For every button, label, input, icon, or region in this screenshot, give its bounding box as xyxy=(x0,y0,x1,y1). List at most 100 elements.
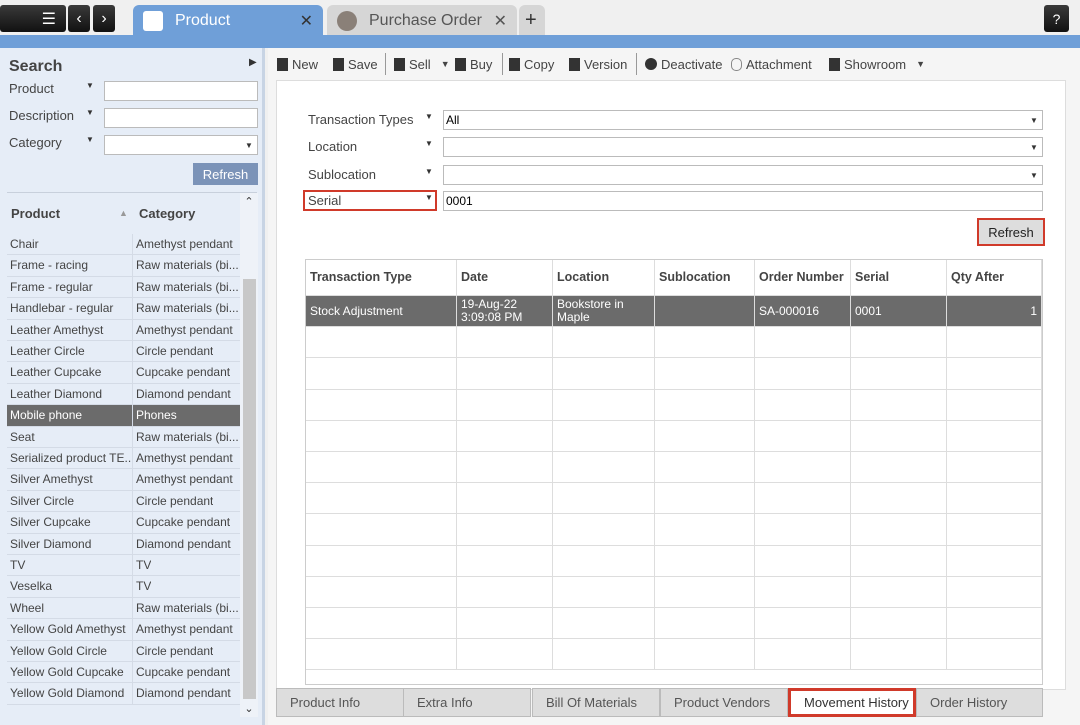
close-icon[interactable]: ✕ xyxy=(494,11,507,31)
grid-cell xyxy=(851,514,947,545)
chevron-down-icon[interactable]: ▼ xyxy=(916,59,925,69)
filter-mode-dropdown-icon[interactable]: ▼ xyxy=(425,139,433,148)
list-item[interactable]: Leather AmethystAmethyst pendant xyxy=(7,320,240,341)
chevron-down-icon[interactable]: ▼ xyxy=(1026,166,1042,184)
filter-mode-dropdown-icon[interactable]: ▼ xyxy=(425,167,433,176)
grid-col-header[interactable]: Order Number xyxy=(755,260,851,296)
toolbar-copy-button[interactable]: Copy xyxy=(509,55,554,73)
grid-empty-row xyxy=(306,452,1042,483)
filter-input-0[interactable]: All▼ xyxy=(443,110,1043,130)
scrollbar-thumb[interactable] xyxy=(243,279,256,699)
close-icon[interactable]: ✕ xyxy=(300,11,313,31)
grid-cell xyxy=(553,421,655,452)
list-item[interactable]: Yellow Gold CupcakeCupcake pendant xyxy=(7,662,240,683)
search-input-0[interactable] xyxy=(104,81,258,101)
grid-col-header[interactable]: Transaction Type xyxy=(306,260,457,296)
list-item[interactable]: WheelRaw materials (bi... xyxy=(7,598,240,619)
grid-cell xyxy=(553,608,655,639)
chevron-down-icon[interactable]: ▼ xyxy=(1026,138,1042,156)
tab-product-info[interactable]: Product Info xyxy=(276,688,404,717)
list-item[interactable]: SeatRaw materials (bi... xyxy=(7,427,240,448)
col-header-category[interactable]: Category xyxy=(139,206,195,221)
grid-cell xyxy=(947,608,1042,639)
col-header-product[interactable]: Product xyxy=(11,206,60,221)
product-category: Diamond pendant xyxy=(133,534,231,554)
list-item[interactable]: Silver CircleCircle pendant xyxy=(7,491,240,512)
tab-movement-history[interactable]: Movement History xyxy=(788,688,916,717)
toolbar-attachment-button[interactable]: Attachment xyxy=(731,55,812,73)
scroll-down-icon[interactable]: ⌄ xyxy=(240,702,258,715)
filter-input-1[interactable]: ▼ xyxy=(443,137,1043,157)
search-refresh-button[interactable]: Refresh xyxy=(193,163,258,185)
filter-dropdown-icon[interactable]: ▼ xyxy=(86,81,94,90)
product-name: Chair xyxy=(7,234,133,254)
list-item[interactable]: Leather DiamondDiamond pendant xyxy=(7,384,240,405)
toolbar-version-button[interactable]: Version xyxy=(569,55,627,73)
toolbar-deactivate-button[interactable]: Deactivate xyxy=(645,55,722,73)
list-item[interactable]: Leather CupcakeCupcake pendant xyxy=(7,362,240,383)
help-button[interactable]: ? xyxy=(1044,5,1069,32)
grid-col-header[interactable]: Location xyxy=(553,260,655,296)
search-input-1[interactable] xyxy=(104,108,258,128)
filter-input-3[interactable]: 0001 xyxy=(443,191,1043,211)
chevron-down-icon[interactable]: ▼ xyxy=(241,136,257,154)
search-input-2[interactable]: ▼ xyxy=(104,135,258,155)
list-item[interactable]: Yellow Gold DiamondDiamond pendant xyxy=(7,683,240,704)
filter-dropdown-icon[interactable]: ▼ xyxy=(86,108,94,117)
toolbar-buy-button[interactable]: Buy xyxy=(455,55,492,73)
filter-mode-dropdown-icon[interactable]: ▼ xyxy=(425,193,433,202)
grid-col-header[interactable]: Qty After xyxy=(947,260,1042,296)
menu-button[interactable]: ☰ xyxy=(0,5,66,32)
tab-bill-of-materials[interactable]: Bill Of Materials xyxy=(532,688,660,717)
list-item[interactable]: Leather CircleCircle pendant xyxy=(7,341,240,362)
grid-cell xyxy=(851,327,947,358)
grid-cell xyxy=(655,390,755,421)
grid-col-header[interactable]: Serial xyxy=(851,260,947,296)
product-category: Cupcake pendant xyxy=(133,362,230,382)
list-item[interactable]: Serialized product TE...Amethyst pendant xyxy=(7,448,240,469)
list-item[interactable]: Yellow Gold CircleCircle pendant xyxy=(7,641,240,662)
chevron-down-icon[interactable]: ▼ xyxy=(441,59,450,69)
forward-button[interactable]: › xyxy=(93,5,115,32)
list-item[interactable]: Mobile phonePhones xyxy=(7,405,240,426)
new-tab-button[interactable]: + xyxy=(519,5,545,36)
chevron-down-icon[interactable]: ▼ xyxy=(1026,111,1042,129)
list-item[interactable]: TVTV xyxy=(7,555,240,576)
list-item[interactable]: Yellow Gold AmethystAmethyst pendant xyxy=(7,619,240,640)
list-item[interactable]: Silver DiamondDiamond pendant xyxy=(7,534,240,555)
toolbar-sell-button[interactable]: Sell▼ xyxy=(394,55,450,73)
scroll-up-icon[interactable]: ⌃ xyxy=(240,195,258,208)
grid-col-header[interactable]: Sublocation xyxy=(655,260,755,296)
tab-purchase-order[interactable]: Purchase Order✕ xyxy=(327,5,517,36)
toolbar-showroom-button[interactable]: Showroom▼ xyxy=(829,55,925,73)
tab-order-history[interactable]: Order History xyxy=(916,688,1043,717)
list-scrollbar[interactable]: ⌃ ⌄ xyxy=(240,193,258,717)
list-item[interactable]: VeselkaTV xyxy=(7,576,240,597)
grid-cell xyxy=(655,327,755,358)
list-item[interactable]: Handlebar - regularRaw materials (bi... xyxy=(7,298,240,319)
search-label-0: Product xyxy=(9,81,54,96)
list-item[interactable]: Frame - racingRaw materials (bi... xyxy=(7,255,240,276)
filter-mode-dropdown-icon[interactable]: ▼ xyxy=(425,112,433,121)
tab-product[interactable]: Product✕ xyxy=(133,5,323,36)
tab-product-vendors[interactable]: Product Vendors xyxy=(660,688,788,717)
list-item[interactable]: Silver CupcakeCupcake pendant xyxy=(7,512,240,533)
toolbar-separator xyxy=(502,53,503,75)
grid-row[interactable]: Stock Adjustment19-Aug-22 3:09:08 PMBook… xyxy=(306,296,1042,327)
list-item[interactable]: Silver AmethystAmethyst pendant xyxy=(7,469,240,490)
grid-cell xyxy=(457,639,553,670)
toolbar-new-button[interactable]: New xyxy=(277,55,318,73)
grid-col-header[interactable]: Date xyxy=(457,260,553,296)
toolbar-save-button[interactable]: Save xyxy=(333,55,378,73)
list-item[interactable]: ChairAmethyst pendant xyxy=(7,234,240,255)
filter-input-2[interactable]: ▼ xyxy=(443,165,1043,185)
grid-cell xyxy=(553,483,655,514)
list-item[interactable]: Frame - regularRaw materials (bi... xyxy=(7,277,240,298)
refresh-button[interactable]: Refresh xyxy=(977,218,1045,246)
filter-dropdown-icon[interactable]: ▼ xyxy=(86,135,94,144)
back-button[interactable]: ‹ xyxy=(68,5,90,32)
grid-cell xyxy=(457,327,553,358)
collapse-arrow-icon[interactable]: ▶ xyxy=(249,57,257,68)
tab-extra-info[interactable]: Extra Info xyxy=(403,688,531,717)
grid-empty-row xyxy=(306,483,1042,514)
